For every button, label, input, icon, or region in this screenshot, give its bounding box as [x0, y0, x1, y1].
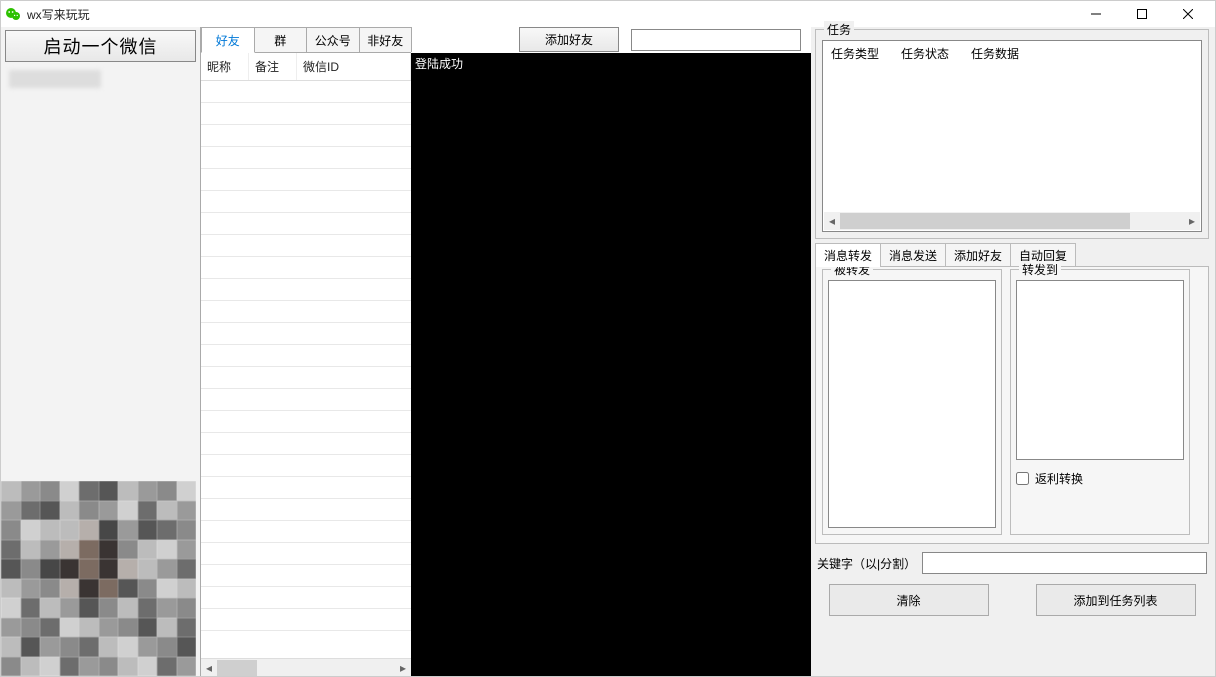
forward-source-list[interactable] — [828, 280, 996, 528]
tab-groups[interactable]: 群 — [254, 27, 308, 52]
tasks-listview[interactable]: 任务类型 任务状态 任务数据 ◂ ▸ — [822, 40, 1202, 232]
forward-target-label: 转发到 — [1019, 261, 1061, 278]
window-controls — [1073, 1, 1211, 27]
col-nickname[interactable]: 昵称 — [201, 53, 249, 80]
tasks-header: 任务类型 任务状态 任务数据 — [823, 41, 1201, 65]
chat-log-line: 登陆成功 — [415, 55, 807, 72]
scroll-right-icon[interactable]: ▸ — [395, 660, 411, 676]
scroll-left-icon[interactable]: ◂ — [201, 660, 217, 676]
contacts-header: 昵称 备注 微信ID — [201, 53, 411, 81]
center-toolbar: 添加好友 — [411, 27, 811, 53]
ops-tabstrip: 消息转发 消息发送 添加好友 自动回复 — [815, 243, 1209, 267]
search-input[interactable] — [631, 29, 801, 51]
col-task-type[interactable]: 任务类型 — [823, 45, 893, 62]
scroll-right-icon[interactable]: ▸ — [1184, 213, 1200, 229]
window-title: wx写来玩玩 — [27, 6, 90, 23]
right-panel: 任务 任务类型 任务状态 任务数据 ◂ ▸ 消息转发 消息发送 — [811, 27, 1215, 676]
app-window: wx写来玩玩 启动一个微信 — [0, 0, 1216, 677]
tab-send[interactable]: 消息发送 — [880, 243, 946, 267]
keyword-label: 关键字（以|分割） — [817, 555, 916, 572]
titlebar: wx写来玩玩 — [1, 1, 1215, 27]
keyword-input[interactable] — [922, 552, 1207, 574]
chat-log[interactable]: 登陆成功 — [411, 53, 811, 676]
col-task-status[interactable]: 任务状态 — [893, 45, 963, 62]
minimize-button[interactable] — [1073, 1, 1119, 27]
left-panel: 启动一个微信 — [1, 27, 201, 676]
contacts-panel: 好友 群 公众号 非好友 昵称 备注 微信ID ◂ ▸ — [201, 27, 411, 676]
tab-friends[interactable]: 好友 — [201, 27, 255, 53]
col-wxid[interactable]: 微信ID — [297, 53, 411, 80]
keyword-row: 关键字（以|分割） — [815, 544, 1209, 578]
qr-code-pixelated — [1, 481, 196, 676]
rebate-checkbox-row[interactable]: 返利转换 — [1016, 470, 1184, 487]
clear-button[interactable]: 清除 — [829, 584, 989, 616]
rebate-checkbox-label: 返利转换 — [1035, 470, 1083, 487]
add-friend-button[interactable]: 添加好友 — [519, 27, 619, 52]
tab-addfriend[interactable]: 添加好友 — [945, 243, 1011, 267]
scroll-left-icon[interactable]: ◂ — [824, 213, 840, 229]
col-remark[interactable]: 备注 — [249, 53, 297, 80]
center-panel: 添加好友 登陆成功 — [411, 27, 811, 676]
tasks-hscrollbar[interactable]: ◂ ▸ — [824, 212, 1200, 230]
contacts-hscrollbar[interactable]: ◂ ▸ — [201, 658, 411, 676]
client-area: 启动一个微信 好友 群 — [1, 27, 1215, 676]
close-button[interactable] — [1165, 1, 1211, 27]
scroll-thumb[interactable] — [840, 213, 1130, 229]
tab-forward[interactable]: 消息转发 — [815, 243, 881, 267]
add-to-tasks-button[interactable]: 添加到任务列表 — [1036, 584, 1196, 616]
account-name-placeholder — [9, 70, 101, 88]
forward-source-group: 被转发 — [822, 269, 1002, 535]
contacts-list[interactable] — [201, 81, 411, 658]
maximize-button[interactable] — [1119, 1, 1165, 27]
contacts-tabstrip: 好友 群 公众号 非好友 — [201, 27, 411, 53]
rebate-checkbox[interactable] — [1016, 472, 1029, 485]
qr-code-area — [1, 481, 196, 676]
forward-target-list[interactable] — [1016, 280, 1184, 460]
tasks-group: 任务 任务类型 任务状态 任务数据 ◂ ▸ — [815, 29, 1209, 239]
tasks-group-label: 任务 — [824, 21, 854, 38]
scroll-thumb[interactable] — [217, 660, 257, 676]
tab-official[interactable]: 公众号 — [306, 27, 360, 52]
ops-pane: 被转发 转发到 返利转换 — [815, 266, 1209, 544]
forward-target-group: 转发到 返利转换 — [1010, 269, 1190, 535]
col-task-data[interactable]: 任务数据 — [963, 45, 1201, 62]
start-wechat-button[interactable]: 启动一个微信 — [5, 30, 196, 62]
tab-nonfriends[interactable]: 非好友 — [359, 27, 413, 52]
wechat-icon — [5, 6, 21, 22]
action-row: 清除 添加到任务列表 — [815, 578, 1209, 618]
